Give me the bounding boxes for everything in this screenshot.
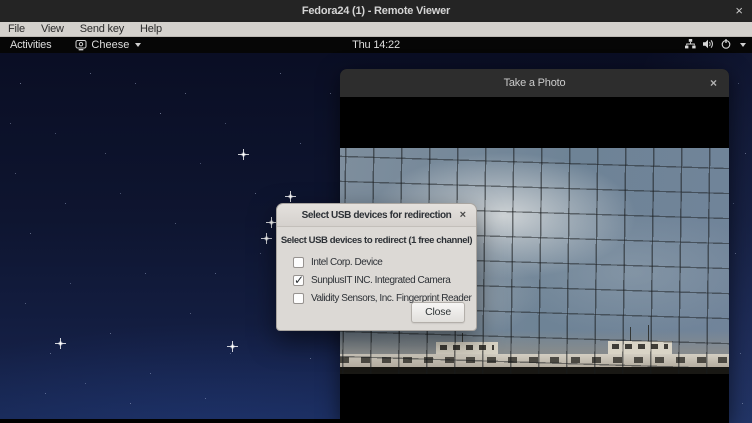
device-checkbox[interactable] bbox=[293, 293, 304, 304]
menu-view[interactable]: View bbox=[33, 22, 72, 36]
menu-file[interactable]: File bbox=[0, 22, 33, 36]
device-label[interactable]: SunplusIT INC. Integrated Camera bbox=[311, 275, 450, 286]
bright-star bbox=[230, 344, 235, 349]
dialog-close-icon[interactable]: × bbox=[460, 204, 466, 227]
screen-bottom-edge bbox=[0, 419, 345, 423]
dialog-close-button[interactable]: Close bbox=[411, 302, 465, 323]
bright-star bbox=[269, 220, 274, 225]
chevron-down-icon[interactable] bbox=[740, 43, 746, 47]
volume-icon[interactable] bbox=[703, 39, 714, 52]
dialog-titlebar[interactable]: Select USB devices for redirection × bbox=[277, 204, 476, 227]
power-icon[interactable] bbox=[721, 39, 731, 52]
dialog-heading: Select USB devices to redirect (1 free c… bbox=[277, 235, 476, 246]
device-list: Intel Corp. Device SunplusIT INC. Integr… bbox=[293, 253, 476, 307]
bright-star bbox=[264, 236, 269, 241]
network-icon[interactable] bbox=[685, 39, 696, 52]
window-titlebar[interactable]: Fedora24 (1) - Remote Viewer × bbox=[0, 0, 752, 22]
device-label[interactable]: Intel Corp. Device bbox=[311, 257, 382, 268]
bright-star bbox=[241, 152, 246, 157]
menu-send-key[interactable]: Send key bbox=[72, 22, 132, 36]
device-checkbox[interactable] bbox=[293, 275, 304, 286]
bright-star bbox=[58, 341, 63, 346]
dialog-body: Select USB devices to redirect (1 free c… bbox=[277, 227, 476, 330]
photo-window-titlebar[interactable]: Take a Photo × bbox=[340, 69, 729, 97]
dialog-title: Select USB devices for redirection bbox=[302, 210, 452, 221]
device-checkbox[interactable] bbox=[293, 257, 304, 268]
usb-redirection-dialog: Select USB devices for redirection × Sel… bbox=[276, 203, 477, 331]
photo-window-close-icon[interactable]: × bbox=[710, 76, 717, 90]
window-close-icon[interactable]: × bbox=[735, 0, 743, 22]
device-row: Intel Corp. Device bbox=[293, 253, 476, 271]
menu-help[interactable]: Help bbox=[132, 22, 170, 36]
window-title: Fedora24 (1) - Remote Viewer bbox=[302, 5, 450, 17]
clock[interactable]: Thu 14:22 bbox=[0, 39, 752, 51]
menubar: File View Send key Help bbox=[0, 22, 752, 37]
system-status-area[interactable] bbox=[685, 39, 746, 52]
device-row: SunplusIT INC. Integrated Camera bbox=[293, 271, 476, 289]
remote-viewer-window: Fedora24 (1) - Remote Viewer × File View… bbox=[0, 0, 752, 423]
photo-window-title: Take a Photo bbox=[504, 77, 566, 89]
starfield bbox=[0, 53, 1, 54]
gnome-top-bar: Activities Cheese Thu 14:22 bbox=[0, 37, 752, 53]
bright-star bbox=[288, 194, 293, 199]
